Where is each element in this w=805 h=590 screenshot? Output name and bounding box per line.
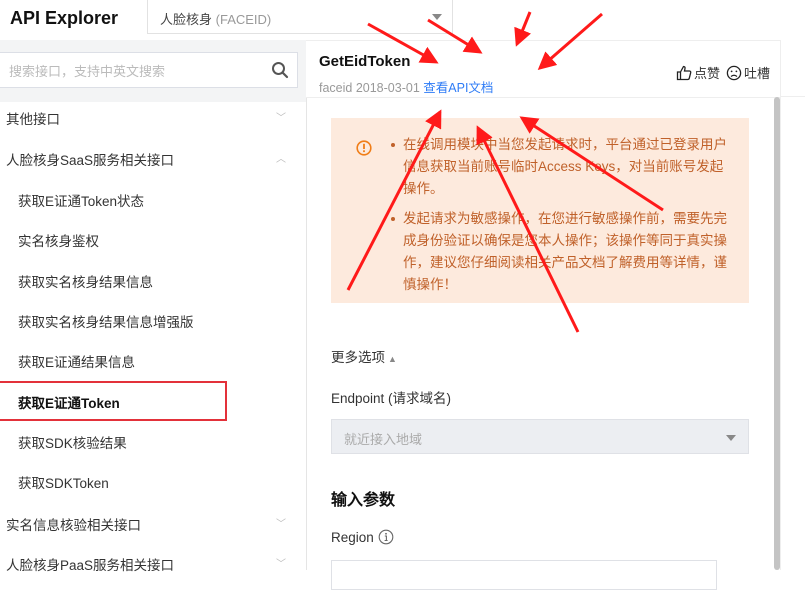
feedback-bar: 点赞 吐槽 — [676, 63, 770, 82]
complain-button[interactable]: 吐槽 — [726, 63, 770, 82]
nav-label: 获取SDKToken — [18, 476, 109, 491]
info-icon[interactable] — [378, 529, 394, 545]
product-select[interactable]: 人脸核身 (FACEID) — [147, 0, 453, 34]
nav-label: 获取实名核身结果信息 — [18, 275, 153, 290]
nav-item-eid-result[interactable]: 获取E证通结果信息 — [0, 340, 300, 380]
endpoint-label: Endpoint (请求域名) — [331, 391, 452, 406]
nav-label: 其他接口 — [6, 112, 60, 127]
thumbs-up-icon — [676, 65, 692, 80]
nav-label: 获取E证通结果信息 — [18, 355, 136, 370]
nav-item-eid-token[interactable]: 获取E证通Token — [0, 381, 227, 421]
right-panel-edge — [780, 40, 805, 570]
nav-label: 人脸核身SaaS服务相关接口 — [6, 153, 175, 168]
nav-group-paas[interactable]: 人脸核身PaaS服务相关接口 ﹀ — [0, 543, 300, 583]
like-button[interactable]: 点赞 — [676, 63, 720, 82]
region-label-text: Region — [331, 529, 374, 545]
scrollbar[interactable] — [774, 97, 780, 570]
caret-down-icon — [726, 435, 736, 441]
nav-item-eid-token-status[interactable]: 获取E证通Token状态 — [0, 179, 300, 219]
warning-icon — [356, 140, 372, 156]
top-bar: API Explorer 人脸核身 (FACEID) — [0, 0, 805, 40]
endpoint-select[interactable]: 就近接入地域 — [331, 419, 749, 454]
more-options-toggle[interactable]: 更多选项 ▲ — [331, 346, 397, 366]
caret-down-icon — [432, 14, 442, 20]
nav-group-realname[interactable]: 实名信息核验相关接口 ﹀ — [0, 503, 300, 543]
nav-group-other[interactable]: 其他接口 ﹀ — [0, 97, 300, 137]
like-label: 点赞 — [693, 66, 720, 81]
api-version: faceid 2018-03-01 — [319, 81, 420, 95]
warning-notice: 在线调用模块中当您发起请求时，平台通过已登录用户信息获取当前账号临时Access… — [331, 118, 749, 303]
nav-label: 获取E证通Token — [18, 396, 120, 411]
nav-item-detect-info-enhanced[interactable]: 获取实名核身结果信息增强版 — [0, 300, 300, 340]
more-options-label: 更多选项 — [331, 350, 385, 365]
search-area — [0, 40, 306, 102]
nav-label: 获取E证通Token状态 — [18, 194, 145, 209]
notice-item: 发起请求为敏感操作，在您进行敏感操作前，需要先完成身份验证以确保是您本人操作；该… — [389, 208, 734, 296]
region-label: Region — [331, 529, 394, 545]
nav-label: 实名信息核验相关接口 — [6, 518, 141, 533]
api-doc-link[interactable]: 查看API文档 — [423, 81, 493, 95]
complain-label: 吐槽 — [743, 66, 770, 81]
nav-label: 获取SDK核验结果 — [18, 436, 127, 451]
sidebar: 其他接口 ﹀ 人脸核身SaaS服务相关接口 ︿ 获取E证通Token状态 实名核身鉴… — [0, 40, 307, 573]
chevron-up-icon: ︿ — [276, 154, 286, 165]
search-input[interactable] — [7, 53, 261, 89]
nav-label: 获取实名核身结果信息增强版 — [18, 315, 194, 330]
notice-list: 在线调用模块中当您发起请求时，平台通过已登录用户信息获取当前账号临时Access… — [389, 134, 734, 304]
nav-label: 实名核身鉴权 — [18, 234, 99, 249]
notice-item: 在线调用模块中当您发起请求时，平台通过已登录用户信息获取当前账号临时Access… — [389, 134, 734, 200]
region-input[interactable] — [331, 560, 717, 590]
search-icon[interactable] — [271, 61, 289, 79]
api-name: GetEidToken — [319, 53, 411, 70]
nav-group-saas[interactable]: 人脸核身SaaS服务相关接口 ︿ — [0, 138, 300, 178]
sad-face-icon — [726, 65, 742, 80]
api-header: GetEidToken faceid 2018-03-01 查看API文档 点赞… — [306, 40, 780, 98]
nav-item-detect-auth[interactable]: 实名核身鉴权 — [0, 219, 300, 259]
api-meta: faceid 2018-03-01 查看API文档 — [319, 77, 493, 96]
caret-up-icon: ▲ — [388, 354, 397, 364]
nav-item-detect-info[interactable]: 获取实名核身结果信息 — [0, 260, 300, 300]
search-box — [0, 52, 298, 89]
nav-item-sdk-token[interactable]: 获取SDKToken — [0, 461, 300, 501]
chevron-down-icon: ﹀ — [276, 519, 286, 530]
chevron-down-icon: ﹀ — [276, 559, 286, 570]
nav-label: 人脸核身PaaS服务相关接口 — [6, 558, 175, 573]
endpoint-value: 就近接入地域 — [344, 432, 423, 447]
product-select-value: 人脸核身 (FACEID) — [160, 12, 272, 27]
app-title: API Explorer — [10, 8, 119, 28]
input-params-title: 输入参数 — [331, 492, 396, 509]
nav-item-sdk-result[interactable]: 获取SDK核验结果 — [0, 421, 300, 461]
chevron-down-icon: ﹀ — [276, 113, 286, 124]
